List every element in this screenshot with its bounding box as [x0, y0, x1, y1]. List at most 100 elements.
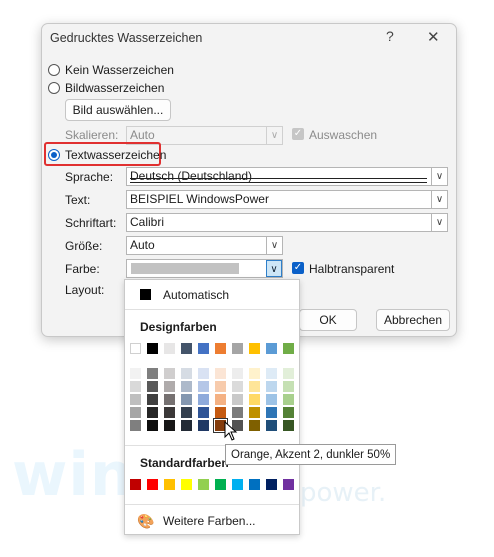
theme-color-swatch[interactable] — [164, 407, 175, 418]
theme-color-swatch[interactable] — [130, 420, 141, 431]
radio-text-watermark[interactable]: Textwasserzeichen — [48, 147, 166, 163]
theme-color-swatch[interactable] — [232, 368, 243, 379]
theme-color-swatch[interactable] — [249, 394, 260, 405]
theme-color-swatch[interactable] — [198, 343, 209, 354]
theme-color-swatch[interactable] — [130, 368, 141, 379]
standard-color-swatch[interactable] — [249, 479, 260, 490]
theme-color-swatch[interactable] — [232, 407, 243, 418]
help-button[interactable]: ? — [386, 28, 394, 44]
theme-color-swatch[interactable] — [181, 368, 192, 379]
more-colors-option[interactable]: Weitere Farben... — [163, 514, 255, 528]
chevron-down-icon[interactable]: ∨ — [266, 237, 282, 254]
chevron-down-icon[interactable]: ∨ — [266, 127, 282, 144]
theme-color-swatch[interactable] — [266, 343, 277, 354]
theme-color-swatch[interactable] — [130, 394, 141, 405]
theme-color-swatch[interactable] — [181, 343, 192, 354]
theme-color-swatch[interactable] — [198, 420, 209, 431]
language-label: Sprache: — [65, 170, 114, 184]
theme-color-swatch[interactable] — [181, 381, 192, 392]
theme-color-swatch[interactable] — [283, 420, 294, 431]
theme-color-swatch[interactable] — [232, 381, 243, 392]
automatic-color-option[interactable]: Automatisch — [163, 288, 229, 302]
radio-circle-icon[interactable] — [48, 82, 60, 94]
theme-color-swatch[interactable] — [266, 381, 277, 392]
theme-color-swatch[interactable] — [147, 407, 158, 418]
theme-color-swatch[interactable] — [164, 368, 175, 379]
theme-color-swatch[interactable] — [215, 407, 226, 418]
theme-color-swatch[interactable] — [130, 407, 141, 418]
theme-color-swatch[interactable] — [266, 407, 277, 418]
theme-color-swatch[interactable] — [215, 394, 226, 405]
theme-color-swatch[interactable] — [164, 420, 175, 431]
theme-color-swatch[interactable] — [198, 368, 209, 379]
cancel-button[interactable]: Abbrechen — [376, 309, 450, 331]
theme-color-swatch[interactable] — [249, 420, 260, 431]
radio-no-watermark[interactable]: Kein Wasserzeichen — [48, 62, 174, 78]
theme-color-swatch[interactable] — [130, 343, 141, 354]
theme-color-swatch[interactable] — [249, 381, 260, 392]
theme-color-swatch[interactable] — [147, 368, 158, 379]
font-dropdown[interactable]: Calibri ∨ — [126, 213, 448, 232]
semitransparent-checkbox[interactable]: ✓ — [292, 262, 304, 274]
theme-color-swatch[interactable] — [283, 381, 294, 392]
standard-color-swatch[interactable] — [266, 479, 277, 490]
standard-color-swatch[interactable] — [181, 479, 192, 490]
theme-color-swatch[interactable] — [181, 420, 192, 431]
chevron-down-icon[interactable]: ∨ — [431, 191, 447, 208]
text-combobox[interactable]: BEISPIEL WindowsPower ∨ — [126, 190, 448, 209]
theme-color-swatch[interactable] — [232, 394, 243, 405]
washout-checkbox[interactable]: ✓ — [292, 128, 304, 140]
theme-color-swatch[interactable] — [249, 407, 260, 418]
theme-color-swatch[interactable] — [283, 368, 294, 379]
standard-color-swatch[interactable] — [130, 479, 141, 490]
theme-color-swatch[interactable] — [198, 381, 209, 392]
theme-color-swatch[interactable] — [283, 394, 294, 405]
standard-color-swatch[interactable] — [215, 479, 226, 490]
select-picture-button[interactable]: Bild auswählen... — [65, 99, 171, 121]
theme-color-swatch[interactable] — [266, 394, 277, 405]
chevron-down-icon[interactable]: ∨ — [431, 214, 447, 231]
theme-color-swatch[interactable] — [147, 394, 158, 405]
radio-circle-icon[interactable] — [48, 64, 60, 76]
theme-color-swatch[interactable] — [164, 381, 175, 392]
theme-color-swatch[interactable] — [215, 343, 226, 354]
standard-color-swatch[interactable] — [283, 479, 294, 490]
theme-color-swatch[interactable] — [266, 420, 277, 431]
language-dropdown[interactable]: Deutsch (Deutschland) ∨ — [126, 167, 448, 186]
standard-color-swatch[interactable] — [147, 479, 158, 490]
theme-color-swatch[interactable] — [181, 407, 192, 418]
size-dropdown[interactable]: Auto ∨ — [126, 236, 283, 255]
theme-color-swatch[interactable] — [198, 407, 209, 418]
chevron-down-icon[interactable]: ∨ — [266, 260, 282, 277]
color-dropdown[interactable]: ∨ — [126, 259, 283, 278]
theme-color-swatch[interactable] — [147, 381, 158, 392]
radio-checked-icon[interactable] — [48, 149, 60, 161]
standard-color-swatch[interactable] — [164, 479, 175, 490]
theme-color-swatch[interactable] — [249, 368, 260, 379]
theme-color-swatch[interactable] — [266, 368, 277, 379]
theme-color-swatch[interactable] — [147, 420, 158, 431]
mouse-pointer-icon — [224, 421, 238, 441]
theme-color-swatch[interactable] — [198, 394, 209, 405]
divider — [125, 309, 299, 310]
theme-color-swatch[interactable] — [164, 343, 175, 354]
theme-color-swatch[interactable] — [164, 394, 175, 405]
theme-color-swatch[interactable] — [181, 394, 192, 405]
theme-color-swatch[interactable] — [232, 343, 243, 354]
theme-color-swatch[interactable] — [215, 368, 226, 379]
theme-color-swatch[interactable] — [283, 343, 294, 354]
theme-color-swatch[interactable] — [130, 381, 141, 392]
close-icon[interactable]: ✕ — [427, 28, 440, 46]
theme-color-swatch[interactable] — [215, 381, 226, 392]
automatic-color-swatch[interactable] — [140, 289, 151, 300]
theme-color-swatch[interactable] — [249, 343, 260, 354]
ok-button[interactable]: OK — [299, 309, 357, 331]
size-label: Größe: — [65, 239, 103, 253]
chevron-down-icon[interactable]: ∨ — [431, 168, 447, 185]
washout-label: Auswaschen — [309, 128, 378, 142]
standard-color-swatch[interactable] — [232, 479, 243, 490]
theme-color-swatch[interactable] — [147, 343, 158, 354]
standard-color-swatch[interactable] — [198, 479, 209, 490]
radio-picture-watermark[interactable]: Bildwasserzeichen — [48, 80, 164, 96]
theme-color-swatch[interactable] — [283, 407, 294, 418]
